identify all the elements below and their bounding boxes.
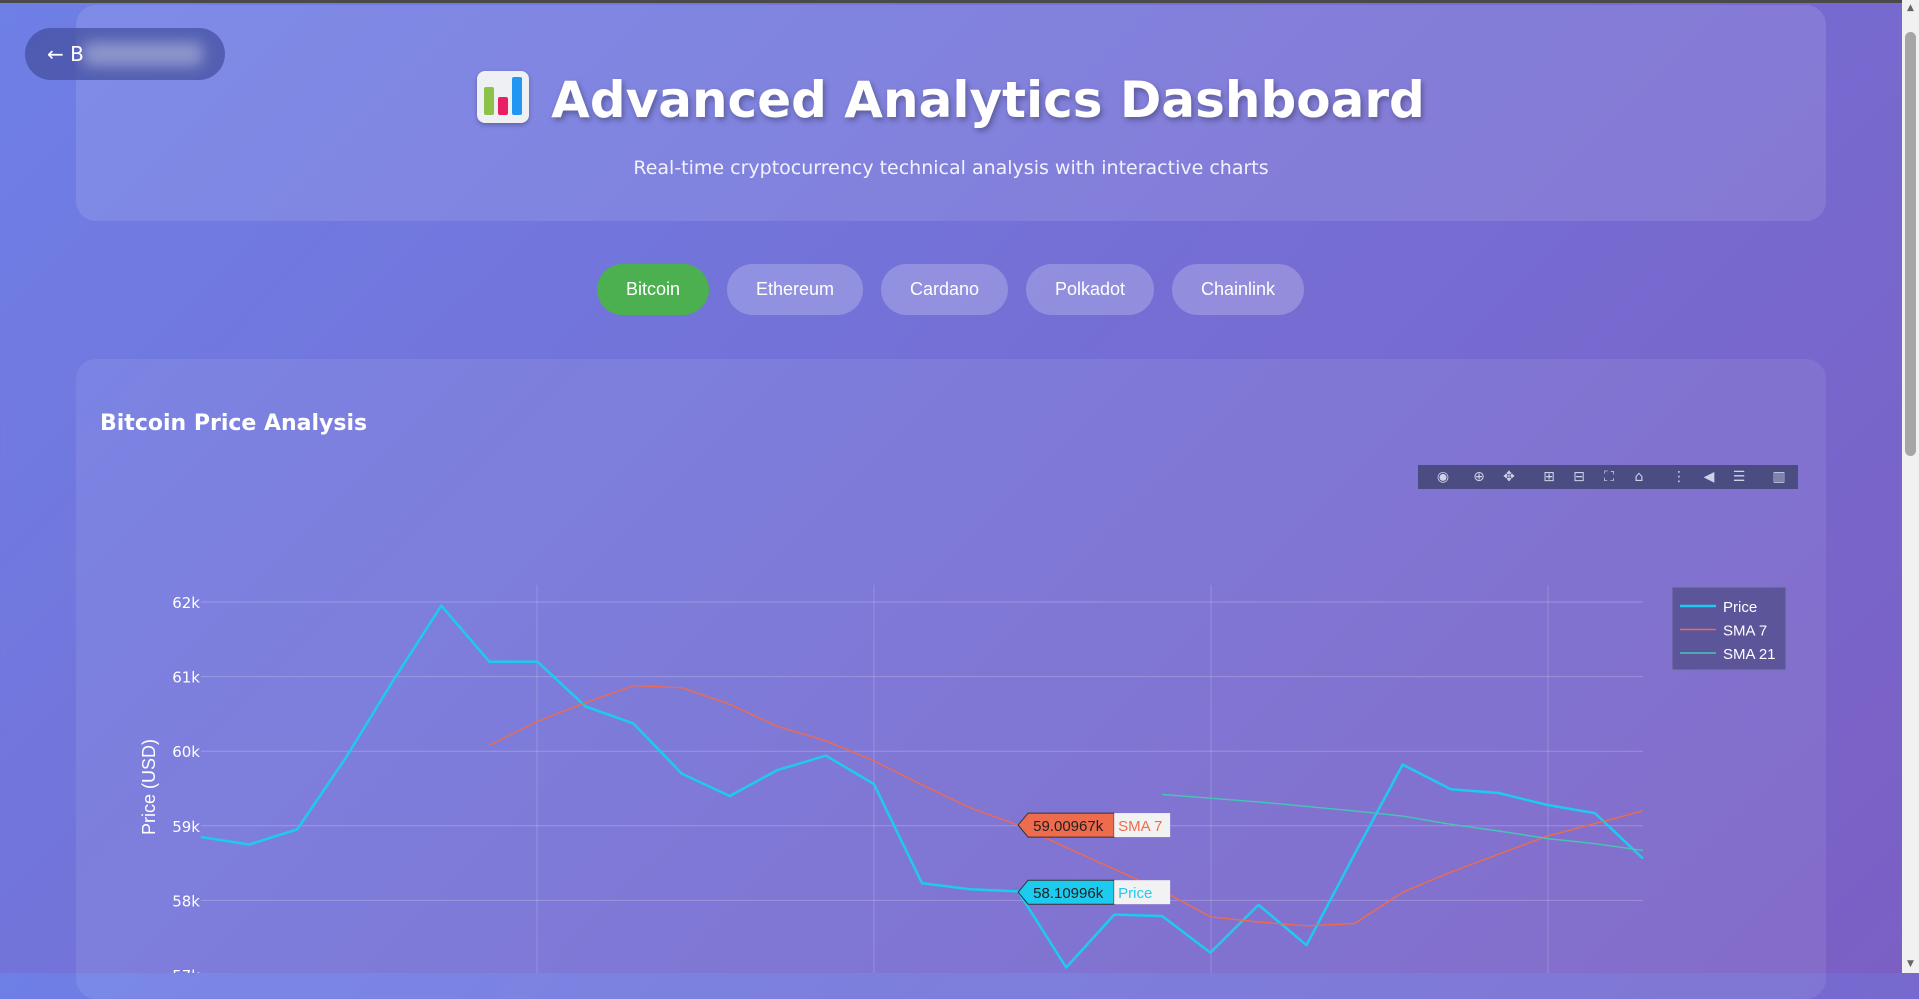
hover-label-sma7: 59.00967k SMA 7 <box>1017 812 1171 838</box>
hover-label-value: 58.10996k <box>1033 885 1104 902</box>
y-tick-label: 57k <box>172 967 200 973</box>
page-scrollbar[interactable]: ▲ ▼ <box>1902 0 1919 973</box>
y-tick-label: 62k <box>172 594 200 612</box>
legend-label-sma21: SMA 21 <box>1723 646 1776 663</box>
hover-label-name: SMA 7 <box>1118 818 1162 835</box>
scroll-thumb[interactable] <box>1905 32 1916 456</box>
price-chart[interactable]: 57k 58k 59k 60k 61k 62k Price (USD) 59.00967k SM… <box>0 0 1900 973</box>
price-line <box>200 604 1644 969</box>
y-tick-label: 60k <box>172 743 200 761</box>
legend-label-sma7: SMA 7 <box>1723 623 1767 640</box>
legend-label-price: Price <box>1723 599 1757 616</box>
hover-label-price: 58.10996k Price <box>1017 879 1171 905</box>
hover-label-name: Price <box>1118 885 1152 902</box>
y-tick-label: 58k <box>172 892 200 910</box>
hover-label-value: 59.00967k <box>1033 818 1104 835</box>
y-axis-label: Price (USD) <box>139 739 159 835</box>
scroll-up-arrow[interactable]: ▲ <box>1905 2 1916 14</box>
y-tick-label: 59k <box>172 818 200 836</box>
y-tick-label: 61k <box>172 669 200 687</box>
sma21-line <box>1162 793 1644 852</box>
scroll-down-arrow[interactable]: ▼ <box>1905 958 1916 970</box>
